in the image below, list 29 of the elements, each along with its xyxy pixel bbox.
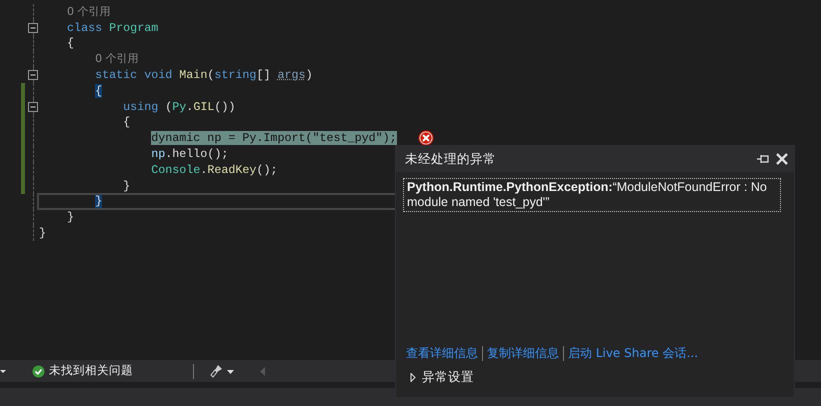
- code-line: }: [39, 226, 46, 240]
- details-link[interactable]: 启动 Live Share 会话...: [568, 344, 698, 362]
- issues-status[interactable]: 未找到相关问题: [49, 362, 133, 380]
- brush-icon[interactable]: [210, 364, 223, 378]
- details-link[interactable]: 查看详细信息: [406, 344, 478, 362]
- code-line: static void Main(string[] args): [95, 68, 313, 82]
- pin-icon[interactable]: [757, 153, 769, 165]
- code-line: {: [67, 36, 74, 50]
- check-icon: [32, 364, 45, 378]
- code-line: {: [123, 115, 130, 130]
- code-line: np.hello();: [151, 147, 228, 162]
- details-link[interactable]: 复制详细信息: [487, 344, 559, 362]
- reference-count[interactable]: 0 个引用: [95, 52, 139, 66]
- exception-settings-label[interactable]: 异常设置: [422, 368, 474, 387]
- popup-title: 未经处理的异常: [405, 150, 497, 168]
- expand-triangle-icon[interactable]: [410, 373, 418, 382]
- caret-icon[interactable]: [227, 368, 234, 374]
- reference-count[interactable]: 0 个引用: [67, 4, 111, 19]
- code-line: }: [67, 210, 74, 224]
- code-line: Console.ReadKey();: [151, 162, 278, 177]
- code-line: using (Py.GIL()): [123, 100, 236, 114]
- code-line: class Program: [67, 20, 158, 35]
- code-line: }: [123, 178, 130, 193]
- collapse-icon[interactable]: [28, 102, 38, 112]
- exception-message: Python.Runtime.PythonException:“ModuleNotFoundError : No module named 'test_pyd'”: [403, 178, 781, 212]
- collapse-icon[interactable]: [28, 70, 38, 80]
- caret-icon[interactable]: [0, 368, 6, 374]
- close-icon[interactable]: [776, 153, 788, 165]
- collapse-icon[interactable]: [28, 22, 38, 33]
